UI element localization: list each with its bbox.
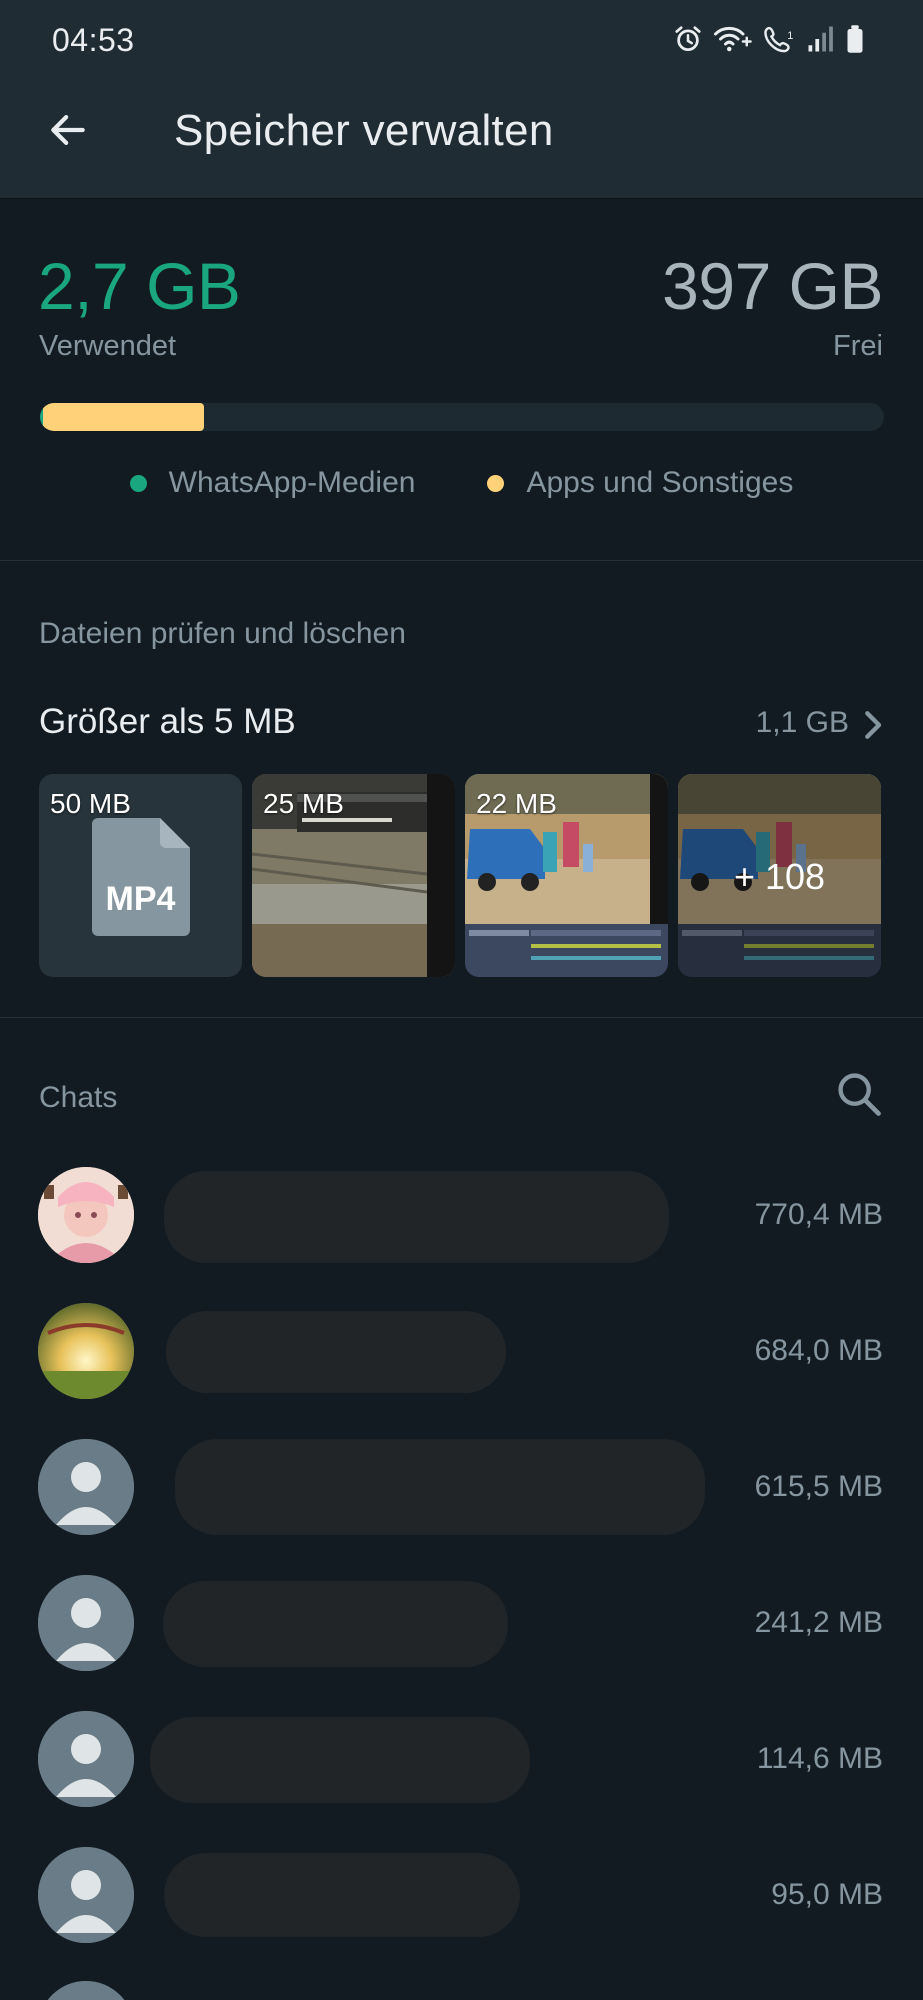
used-storage-value: 2,7 GB: [38, 249, 241, 323]
app-header: 04:53 1 Speicher verwalten: [0, 0, 923, 199]
signal-icon: [808, 26, 833, 52]
call-icon: 1: [764, 26, 793, 53]
divider: [0, 1017, 923, 1018]
battery-icon: [847, 25, 863, 53]
larger-than-5mb-row[interactable]: Größer als 5 MB 1,1 GB: [0, 696, 923, 748]
chat-storage-size: 241,2 MB: [754, 1606, 883, 1639]
redacted-chat-name: [164, 1171, 669, 1263]
default-avatar-icon: [38, 1847, 134, 1943]
chat-row[interactable]: 241,2 MB: [0, 1561, 923, 1681]
legend-item-apps-other: Apps und Sonstiges: [487, 466, 793, 500]
default-avatar-icon: [38, 1711, 134, 1807]
thumbnail-mp4-file[interactable]: MP4 50 MB: [39, 774, 242, 977]
avatar: [38, 1575, 134, 1671]
more-count-label: + 108: [733, 856, 826, 897]
chat-storage-size: 114,6 MB: [756, 1742, 883, 1775]
avatar-photo: [38, 1303, 134, 1399]
chat-storage-size: 615,5 MB: [754, 1470, 883, 1503]
chat-row[interactable]: 770,4 MB: [0, 1153, 923, 1273]
storage-legend: WhatsApp-Medien Apps und Sonstiges: [0, 466, 923, 500]
chat-storage-size: 770,4 MB: [754, 1198, 883, 1231]
arrow-left-icon: [51, 115, 85, 145]
larger-than-5mb-size: 1,1 GB: [755, 706, 849, 739]
used-storage-label: Verwendet: [39, 330, 177, 362]
divider: [0, 560, 923, 561]
default-avatar-icon: [38, 1575, 134, 1671]
storage-bar-apps-segment: [43, 403, 204, 431]
alarm-icon: [675, 26, 701, 51]
default-avatar-icon: [38, 1981, 134, 2000]
storage-usage-bar: [40, 403, 884, 431]
chat-row[interactable]: 114,6 MB: [0, 1697, 923, 1817]
svg-text:1: 1: [787, 30, 793, 42]
thumbnail-size-label: 25 MB: [263, 788, 344, 819]
redacted-chat-name: [175, 1439, 705, 1535]
avatar: [38, 1847, 134, 1943]
wifi-calling-icon: [714, 26, 752, 52]
thumbnail-size-label: 22 MB: [476, 788, 557, 819]
chats-section-title: Chats: [39, 1081, 118, 1114]
chat-row[interactable]: 684,0 MB: [0, 1289, 923, 1409]
status-icons: 1: [673, 24, 865, 54]
thumbnail-image[interactable]: 22 MB: [465, 774, 668, 977]
status-time: 04:53: [52, 22, 135, 58]
thumbnail-image[interactable]: 25 MB: [252, 774, 455, 977]
page-title: Speicher verwalten: [174, 106, 554, 155]
free-storage-label: Frei: [833, 330, 883, 362]
legend-dot-yellow: [487, 474, 505, 492]
redacted-chat-name: [150, 1717, 530, 1803]
back-button[interactable]: [38, 100, 98, 160]
legend-label: Apps und Sonstiges: [526, 466, 794, 499]
redacted-chat-name: [164, 1853, 520, 1937]
free-storage-value: 397 GB: [662, 249, 883, 323]
redacted-chat-name: [166, 1311, 506, 1393]
avatar: [38, 1439, 134, 1535]
file-type-label: MP4: [105, 880, 176, 918]
large-files-thumbnails: MP4 50 MB 25 MB 22 MB + 108: [39, 774, 881, 977]
thumbnail-size-label: 50 MB: [50, 788, 131, 819]
avatar: [38, 1167, 134, 1263]
legend-item-whatsapp-media: WhatsApp-Medien: [129, 466, 416, 500]
avatar-photo: [38, 1167, 134, 1263]
thumbnail-more[interactable]: + 108: [678, 774, 881, 977]
larger-than-5mb-label: Größer als 5 MB: [39, 702, 296, 741]
chat-row[interactable]: 615,5 MB: [0, 1425, 923, 1545]
default-avatar-icon: [38, 1439, 134, 1535]
chevron-right-icon: [865, 711, 882, 739]
avatar: [38, 1303, 134, 1399]
redacted-chat-name: [163, 1581, 508, 1667]
avatar: [38, 1711, 134, 1807]
search-button[interactable]: [833, 1068, 885, 1120]
legend-dot-green: [129, 474, 147, 492]
avatar: [38, 1981, 134, 2000]
review-section-title: Dateien prüfen und löschen: [39, 617, 406, 650]
legend-label: WhatsApp-Medien: [168, 466, 416, 499]
chat-storage-size: 95,0 MB: [771, 1878, 883, 1911]
chat-row[interactable]: 95,0 MB: [0, 1833, 923, 1953]
search-icon: [838, 1073, 881, 1116]
chat-row-partial[interactable]: [0, 1969, 923, 2000]
chat-storage-size: 684,0 MB: [754, 1334, 883, 1367]
